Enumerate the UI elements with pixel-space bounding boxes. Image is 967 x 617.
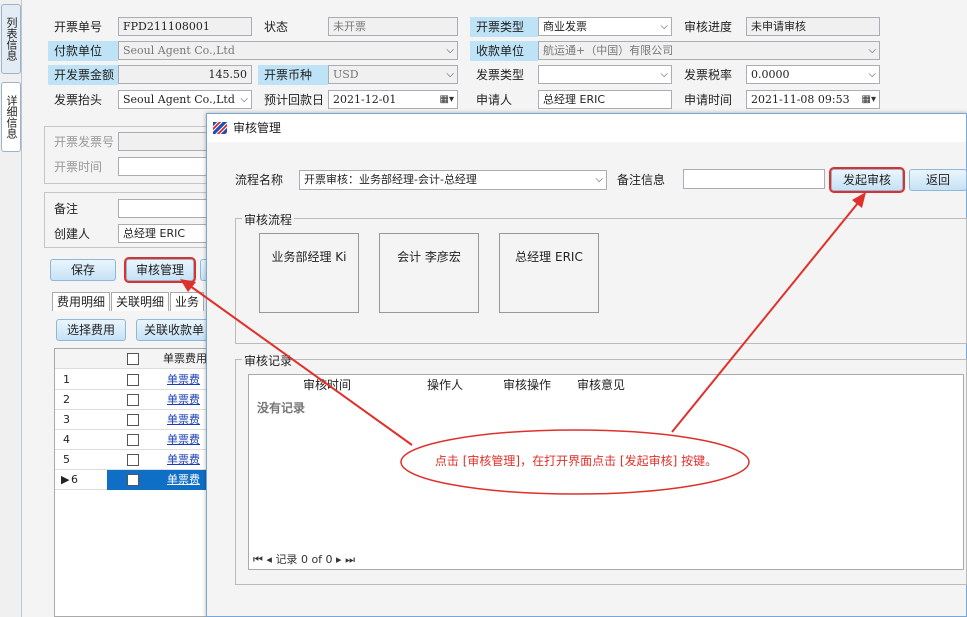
arrow-to-audit-button [185,282,413,446]
arrowhead-icon [180,279,196,292]
annotation-arrows [180,192,866,495]
arrowhead-icon [852,192,866,208]
annotation-text: 点击 [审核管理]，在打开界面点击 [发起审核] 按键。 [434,454,718,468]
arrow-to-start-button [671,197,863,433]
